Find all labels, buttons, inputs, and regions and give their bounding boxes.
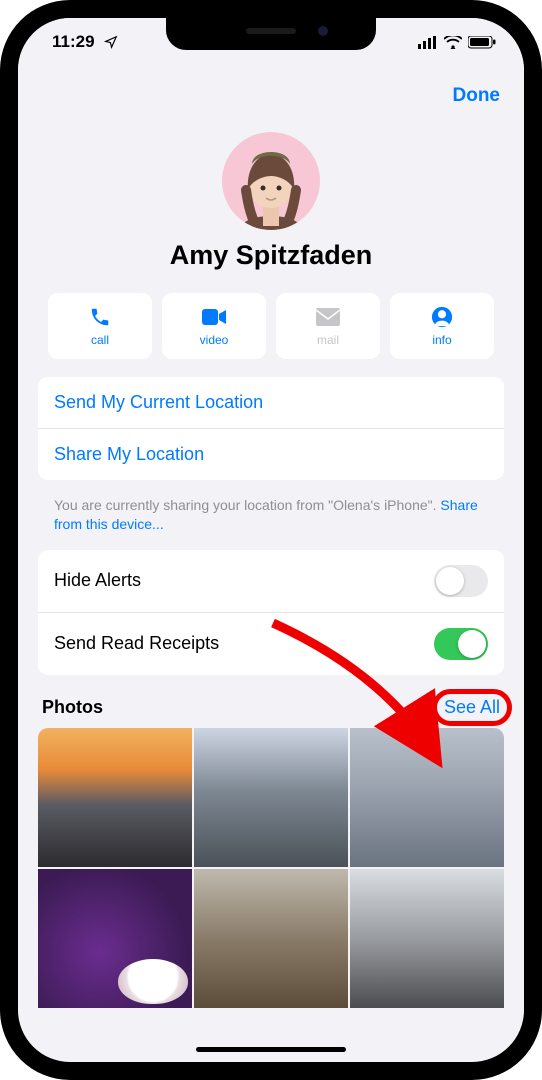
- send-current-location-label: Send My Current Location: [54, 392, 263, 413]
- photo-thumbnail[interactable]: [194, 869, 348, 1008]
- location-footnote: You are currently sharing your location …: [18, 494, 524, 550]
- contact-name: Amy Spitzfaden: [170, 240, 373, 271]
- video-label: video: [200, 333, 229, 347]
- device-notch: [166, 18, 376, 50]
- photo-thumbnail[interactable]: [350, 869, 504, 1008]
- location-arrow-icon: [99, 30, 123, 54]
- share-my-location-label: Share My Location: [54, 444, 204, 465]
- battery-icon: [468, 36, 496, 49]
- mail-icon: [316, 305, 340, 329]
- photo-thumbnail[interactable]: [194, 728, 348, 867]
- cellular-icon: [418, 36, 438, 49]
- info-button[interactable]: info: [390, 293, 494, 359]
- hide-alerts-label: Hide Alerts: [54, 570, 141, 591]
- share-my-location-button[interactable]: Share My Location: [38, 428, 504, 480]
- call-label: call: [91, 333, 109, 347]
- send-current-location-button[interactable]: Send My Current Location: [38, 377, 504, 428]
- footnote-text: You are currently sharing your location …: [54, 497, 440, 513]
- read-receipts-toggle[interactable]: [434, 628, 488, 660]
- navigation-bar: Done: [18, 66, 524, 126]
- action-button-row: call video mail info: [18, 279, 524, 377]
- photo-thumbnail[interactable]: [38, 728, 192, 867]
- wifi-icon: [444, 36, 462, 49]
- read-receipts-row: Send Read Receipts: [38, 612, 504, 675]
- highlight-ring: [432, 689, 512, 726]
- status-time: 11:29: [52, 32, 95, 52]
- info-label: info: [432, 333, 451, 347]
- photos-title: Photos: [42, 697, 103, 718]
- photo-thumbnail[interactable]: [38, 869, 192, 1008]
- mail-label: mail: [317, 333, 339, 347]
- see-all-button[interactable]: See All: [444, 697, 500, 718]
- location-block: Send My Current Location Share My Locati…: [38, 377, 504, 480]
- video-icon: [202, 305, 226, 329]
- mail-button: mail: [276, 293, 380, 359]
- settings-block: Hide Alerts Send Read Receipts: [38, 550, 504, 675]
- hide-alerts-row: Hide Alerts: [38, 550, 504, 612]
- hide-alerts-toggle[interactable]: [434, 565, 488, 597]
- photos-header: Photos See All: [18, 689, 524, 728]
- photo-thumbnail[interactable]: [350, 728, 504, 867]
- phone-icon: [88, 305, 112, 329]
- avatar: [222, 132, 320, 230]
- video-button[interactable]: video: [162, 293, 266, 359]
- call-button[interactable]: call: [48, 293, 152, 359]
- home-indicator[interactable]: [196, 1047, 346, 1052]
- read-receipts-label: Send Read Receipts: [54, 633, 219, 654]
- screen: 11:29 Done: [18, 18, 524, 1062]
- done-button[interactable]: Done: [453, 85, 501, 107]
- device-frame: 11:29 Done: [0, 0, 542, 1080]
- photos-grid: [38, 728, 504, 1008]
- contact-header: Amy Spitzfaden: [18, 126, 524, 279]
- info-icon: [430, 305, 454, 329]
